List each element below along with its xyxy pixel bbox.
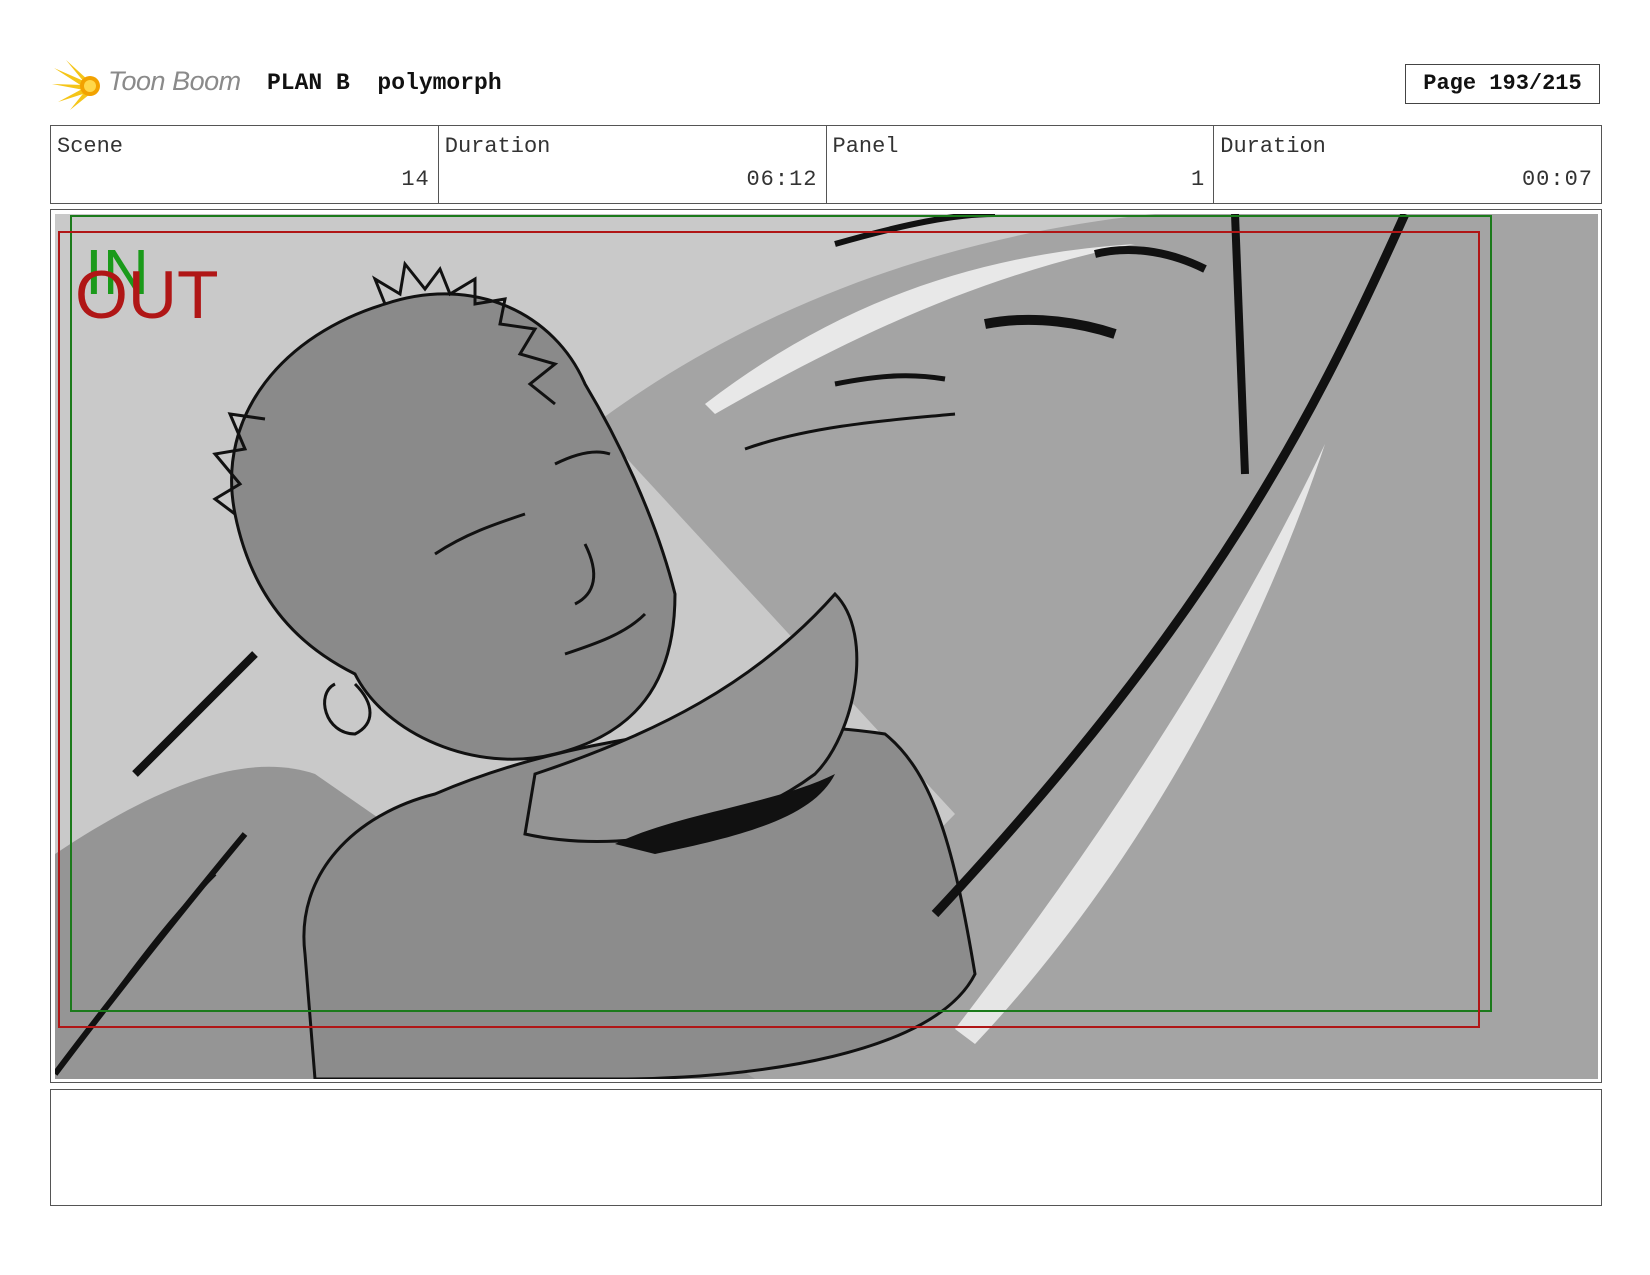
project-title: PLAN B polymorph <box>267 70 502 96</box>
scene-label: Scene <box>57 134 124 159</box>
scene-duration-cell: Duration 06:12 <box>439 126 827 203</box>
logo-text: Toon Boom <box>108 66 241 96</box>
scene-duration-label: Duration <box>444 134 551 159</box>
page-number: Page 193/215 <box>1405 64 1600 104</box>
panel-notes-box[interactable] <box>50 1089 1602 1206</box>
scene-value: 14 <box>401 167 430 192</box>
storyboard-panel-frame: IN OUT <box>50 209 1602 1083</box>
panel-duration-value: 00:07 <box>1521 167 1593 192</box>
out-label: OUT <box>75 257 219 333</box>
panel-drawing: IN OUT <box>55 214 1598 1079</box>
toon-boom-logo: Toon Boom <box>52 58 252 112</box>
starburst-icon <box>52 60 100 110</box>
panel-cell: Panel 1 <box>827 126 1215 203</box>
scene-cell: Scene 14 <box>51 126 439 203</box>
panel-value: 1 <box>1191 167 1206 192</box>
scene-duration-value: 06:12 <box>746 167 818 192</box>
panel-info-bar: Scene 14 Duration 06:12 Panel 1 Duration… <box>50 125 1602 204</box>
panel-duration-label: Duration <box>1220 134 1326 159</box>
panel-label: Panel <box>832 134 899 159</box>
panel-duration-cell: Duration 00:07 <box>1214 126 1601 203</box>
